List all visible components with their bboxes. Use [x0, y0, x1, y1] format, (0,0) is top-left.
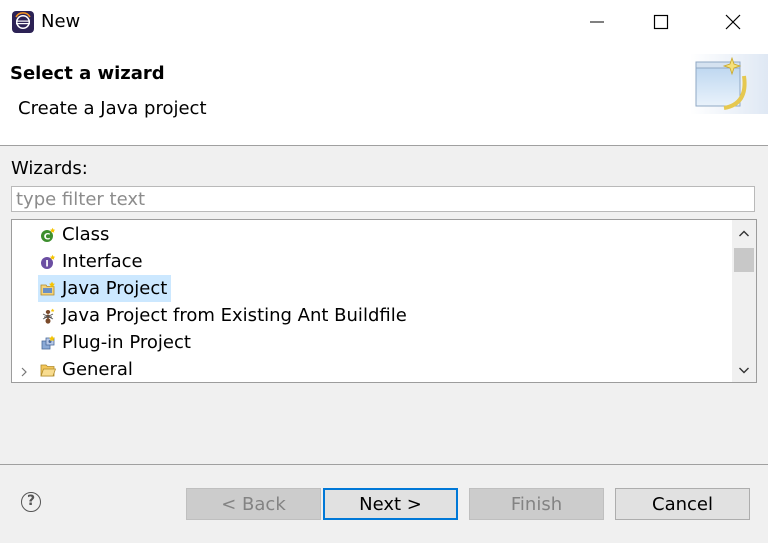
tree-item-interface[interactable]: I Interface [38, 248, 147, 275]
cancel-button[interactable]: Cancel [615, 488, 750, 520]
chevron-up-icon [739, 230, 749, 237]
svg-text:C: C [44, 232, 51, 242]
scroll-up-button[interactable] [732, 222, 756, 246]
tree-item-class[interactable]: C Class [38, 221, 113, 248]
maximize-button[interactable] [632, 0, 690, 44]
wizard-tree[interactable]: C Class I Interface Java Project Java Pr… [11, 219, 757, 383]
minimize-icon [590, 21, 604, 23]
page-title: Select a wizard [10, 63, 165, 84]
tree-item-label: General [62, 359, 133, 380]
eclipse-app-icon [11, 10, 35, 34]
tree-item-ant-project[interactable]: Java Project from Existing Ant Buildfile [38, 302, 411, 329]
new-wizard-banner-icon [690, 54, 768, 114]
tree-item-label: Plug-in Project [62, 332, 191, 353]
folder-icon [40, 362, 57, 378]
back-button[interactable]: < Back [186, 488, 321, 520]
scroll-thumb[interactable] [734, 248, 754, 272]
scroll-down-button[interactable] [732, 358, 756, 382]
next-button[interactable]: Next > [323, 488, 458, 520]
java-class-icon: C [40, 227, 56, 243]
footer-separator [0, 464, 768, 465]
vertical-scrollbar[interactable] [732, 220, 756, 382]
window-title: New [41, 11, 81, 32]
tree-item-plugin-project[interactable]: Plug-in Project [38, 329, 195, 356]
tree-item-java-project[interactable]: Java Project [38, 275, 172, 302]
title-bar[interactable]: New [0, 0, 768, 44]
wizards-label: Wizards: [11, 158, 88, 179]
close-button[interactable] [704, 0, 762, 44]
maximize-icon [653, 14, 669, 30]
help-icon[interactable]: ? [21, 492, 41, 512]
svg-text:I: I [45, 259, 48, 269]
java-project-icon [40, 281, 56, 297]
expand-general-icon[interactable] [18, 363, 30, 377]
plugin-project-icon [40, 335, 56, 351]
chevron-down-icon [739, 367, 749, 374]
finish-button[interactable]: Finish [469, 488, 604, 520]
filter-input[interactable] [11, 186, 755, 212]
tree-item-label: Java Project [62, 278, 168, 299]
minimize-button[interactable] [568, 0, 626, 44]
page-description: Create a Java project [18, 98, 207, 119]
close-icon [725, 14, 741, 30]
tree-item-label: Class [62, 224, 110, 245]
tree-item-label: Interface [62, 251, 143, 272]
tree-item-general[interactable]: General [38, 356, 137, 382]
ant-icon [40, 308, 56, 324]
wizard-header: Select a wizard Create a Java project [0, 44, 768, 146]
java-interface-icon: I [40, 254, 56, 270]
tree-item-label: Java Project from Existing Ant Buildfile [62, 305, 407, 326]
